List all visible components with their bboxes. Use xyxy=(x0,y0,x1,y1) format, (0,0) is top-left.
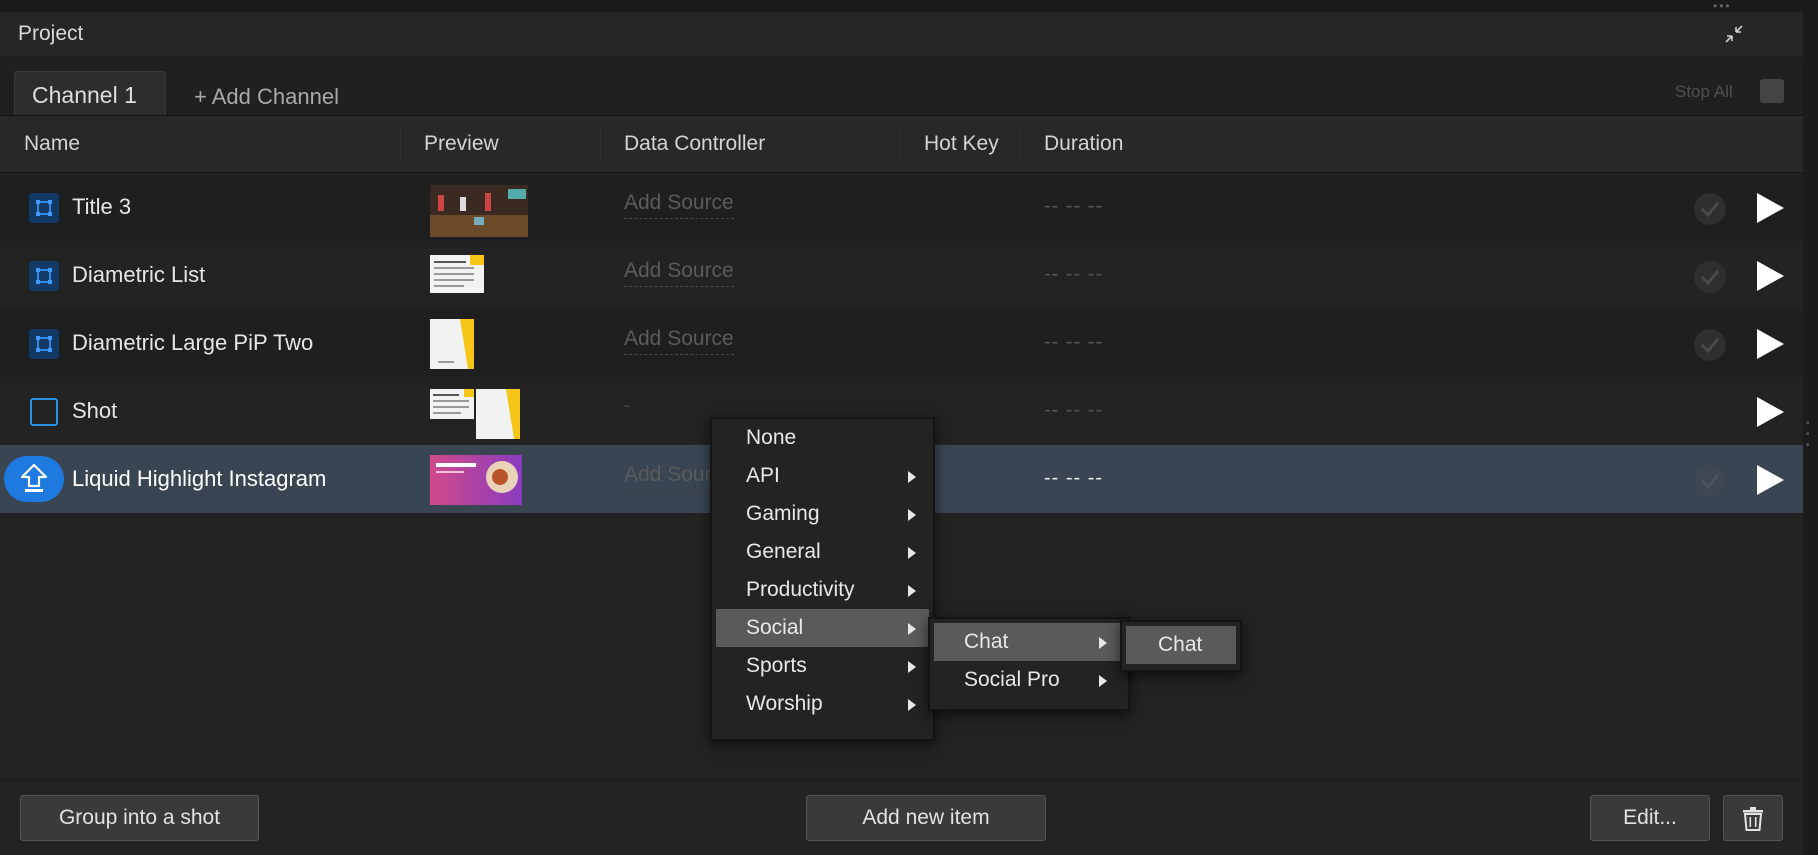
group-into-shot-button[interactable]: Group into a shot xyxy=(20,795,259,841)
tab-label: Channel 1 xyxy=(32,82,137,108)
play-icon[interactable] xyxy=(1754,259,1786,293)
column-duration-header[interactable]: Duration xyxy=(1044,132,1123,156)
submenu-arrow-icon xyxy=(908,471,916,483)
graphic-template-icon xyxy=(29,329,59,359)
row-duration: -- -- -- xyxy=(1044,195,1104,217)
preview-thumbnail[interactable] xyxy=(430,319,474,369)
panel-header: Project xyxy=(0,12,1803,57)
add-channel-button[interactable]: + Add Channel xyxy=(194,84,339,110)
shot-icon xyxy=(30,398,58,426)
submenu-arrow-icon xyxy=(908,585,916,597)
preview-thumbnail[interactable] xyxy=(430,389,474,419)
column-hot-key-header[interactable]: Hot Key xyxy=(924,132,999,156)
social-submenu: Chat Social Pro xyxy=(928,617,1130,711)
table-row[interactable]: Diametric List Add Source -- -- -- xyxy=(0,241,1803,309)
data-source-empty: - xyxy=(624,395,630,415)
submenu-arrow-icon xyxy=(908,547,916,559)
column-divider[interactable] xyxy=(1020,128,1021,162)
panel-title: Project xyxy=(18,22,84,45)
chat-submenu: Chat xyxy=(1120,620,1242,672)
row-name: Diametric Large PiP Two xyxy=(72,330,314,355)
checkmark-icon[interactable] xyxy=(1693,328,1727,362)
table-header: Name Preview Data Controller Hot Key Dur… xyxy=(0,116,1803,173)
drag-grip-icon[interactable]: ••• xyxy=(1713,0,1732,12)
menu-item-productivity[interactable]: Productivity xyxy=(716,571,929,609)
add-source-link[interactable]: Add Source xyxy=(624,191,734,219)
delete-button[interactable] xyxy=(1723,795,1783,841)
add-source-link[interactable]: Add Source xyxy=(624,259,734,287)
column-divider[interactable] xyxy=(900,128,901,162)
add-new-item-button[interactable]: Add new item xyxy=(806,795,1046,841)
submenu-arrow-icon xyxy=(908,699,916,711)
tab-channel-1[interactable]: Channel 1 xyxy=(14,71,166,115)
play-icon[interactable] xyxy=(1754,463,1786,497)
menu-item-general[interactable]: General xyxy=(716,533,929,571)
row-duration: -- -- -- xyxy=(1044,263,1104,285)
column-divider[interactable] xyxy=(600,128,601,162)
graphic-template-icon xyxy=(29,193,59,223)
preview-thumbnail[interactable] xyxy=(476,389,520,439)
top-strip: ••• xyxy=(0,0,1818,12)
column-data-controller-header[interactable]: Data Controller xyxy=(624,132,765,156)
submenu-item-chat[interactable]: Chat xyxy=(934,623,1124,661)
submenu-item-social-pro[interactable]: Social Pro xyxy=(934,661,1124,699)
column-preview-header[interactable]: Preview xyxy=(424,132,499,156)
preview-thumbnail[interactable] xyxy=(430,455,522,505)
menu-item-gaming[interactable]: Gaming xyxy=(716,495,929,533)
menu-item-none[interactable]: None xyxy=(716,419,929,457)
stop-all-checkbox[interactable] xyxy=(1760,79,1784,103)
table-row[interactable]: Diametric Large PiP Two Add Source -- --… xyxy=(0,309,1803,377)
menu-item-worship[interactable]: Worship xyxy=(716,685,929,723)
checkmark-icon[interactable] xyxy=(1693,260,1727,294)
stop-all-label: Stop All xyxy=(1675,82,1733,101)
row-duration: -- -- -- xyxy=(1044,331,1104,353)
submenu-arrow-icon xyxy=(1099,675,1107,687)
upload-icon xyxy=(4,456,64,502)
menu-item-api[interactable]: API xyxy=(716,457,929,495)
add-source-link[interactable]: Add Source xyxy=(624,327,734,355)
row-name: Title 3 xyxy=(72,194,132,219)
row-duration: -- -- -- xyxy=(1044,467,1104,489)
row-duration: -- -- -- xyxy=(1044,399,1104,421)
menu-item-social[interactable]: Social xyxy=(716,609,929,647)
preview-thumbnail[interactable] xyxy=(430,185,528,237)
play-icon[interactable] xyxy=(1754,327,1786,361)
checkmark-icon[interactable] xyxy=(1693,464,1727,498)
column-divider[interactable] xyxy=(400,128,401,162)
trash-icon xyxy=(1743,807,1763,831)
row-name: Liquid Highlight Instagram xyxy=(72,466,327,491)
table-row[interactable]: Title 3 Add Source -- -- -- xyxy=(0,173,1803,241)
project-panel: Project Channel 1 + Add Channel Stop All… xyxy=(0,12,1803,855)
row-name: Shot xyxy=(72,398,118,423)
data-controller-menu: None API Gaming General Productivity Soc… xyxy=(710,417,935,741)
play-icon[interactable] xyxy=(1754,191,1786,225)
submenu-arrow-icon xyxy=(908,509,916,521)
menu-item-sports[interactable]: Sports xyxy=(716,647,929,685)
subsubmenu-item-chat[interactable]: Chat xyxy=(1126,626,1236,664)
submenu-arrow-icon xyxy=(1099,637,1107,649)
row-name: Diametric List xyxy=(72,262,206,287)
preview-thumbnail[interactable] xyxy=(430,255,484,293)
resize-handle-icon[interactable]: • • • xyxy=(1806,418,1810,451)
panel-footer: Group into a shot Add new item Edit... xyxy=(0,780,1803,855)
submenu-arrow-icon xyxy=(908,623,916,635)
graphic-template-icon xyxy=(29,261,59,291)
column-name-header[interactable]: Name xyxy=(24,132,80,156)
play-icon[interactable] xyxy=(1754,395,1786,429)
edit-button[interactable]: Edit... xyxy=(1590,795,1710,841)
checkmark-icon[interactable] xyxy=(1693,192,1727,226)
channel-tabbar: Channel 1 + Add Channel Stop All xyxy=(0,57,1803,116)
collapse-icon[interactable] xyxy=(1722,22,1746,46)
submenu-arrow-icon xyxy=(908,661,916,673)
